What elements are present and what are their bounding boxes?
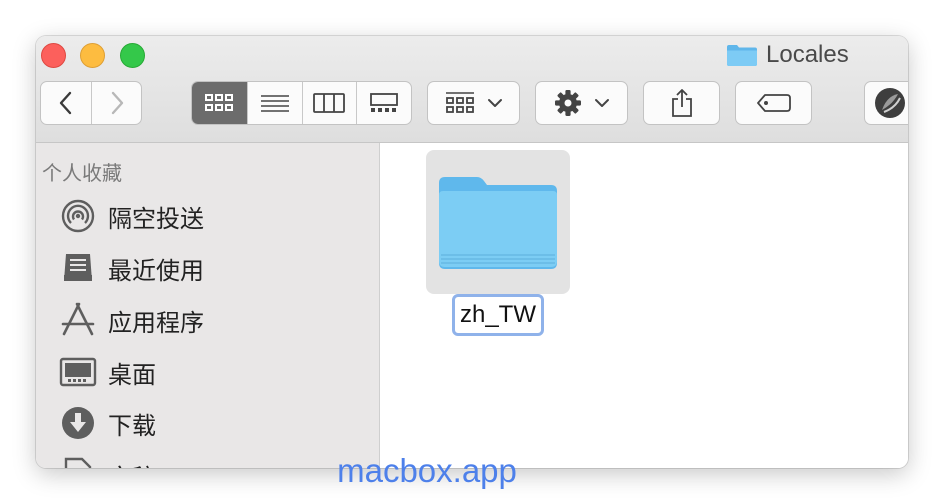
sidebar-item-label: 隔空投送 — [108, 204, 204, 233]
sidebar-item-applications[interactable]: 应用程序 — [58, 300, 204, 340]
watermark: macbox.app — [337, 452, 517, 489]
sidebar-item-label: 桌面 — [108, 360, 156, 389]
list-view-icon — [260, 95, 289, 112]
finder-window: Locales 个人收藏 隔空投送 最近使用 应用程序 桌面 下载 zh_TW — [36, 36, 908, 468]
share-button[interactable] — [643, 81, 720, 125]
view-mode-control — [191, 81, 412, 125]
sidebar-item-label: 最近使用 — [108, 256, 204, 285]
sidebar-item-desktop[interactable]: 桌面 — [58, 352, 156, 392]
rename-field[interactable] — [452, 294, 544, 336]
window-title: Locales — [766, 41, 849, 68]
filename-input[interactable] — [458, 301, 538, 329]
sidebar-item-recents[interactable]: 最近使用 — [58, 248, 204, 288]
group-by-button[interactable] — [427, 81, 520, 125]
airdrop-icon — [58, 196, 98, 236]
minimize-button[interactable] — [80, 43, 105, 68]
sidebar-item-airdrop[interactable]: 隔空投送 — [58, 196, 204, 236]
icon-view-icon — [205, 94, 234, 111]
list-view-button[interactable] — [246, 82, 302, 124]
group-grid-icon — [445, 92, 474, 113]
forward-button[interactable] — [91, 82, 141, 124]
folder-item-zh-tw[interactable] — [426, 150, 570, 294]
app-extension-icon — [875, 88, 905, 118]
column-view-icon — [313, 93, 346, 113]
titlebar: Locales — [36, 36, 908, 143]
column-view-button[interactable] — [301, 82, 357, 124]
share-icon — [671, 89, 692, 117]
gallery-view-button[interactable] — [356, 82, 411, 124]
sidebar: 个人收藏 隔空投送 最近使用 应用程序 桌面 下载 — [36, 143, 380, 468]
sidebar-heading: 个人收藏 — [42, 161, 122, 185]
close-button[interactable] — [41, 43, 66, 68]
desktop-icon — [58, 352, 98, 392]
window-title-group: Locales — [726, 40, 849, 70]
recents-icon — [58, 248, 98, 288]
folder-icon — [727, 45, 757, 66]
chevron-right-icon — [111, 91, 123, 115]
sidebar-item-label: 下载 — [108, 411, 156, 440]
sidebar-item-label: 应用程序 — [108, 308, 204, 337]
navigation-control — [40, 81, 142, 125]
chevron-down-icon — [487, 99, 502, 107]
back-button[interactable] — [41, 82, 91, 124]
gear-icon — [554, 90, 581, 116]
applications-icon — [58, 300, 98, 340]
chevron-left-icon — [59, 91, 72, 115]
app-extension-button[interactable] — [864, 81, 908, 125]
chevron-down-icon — [594, 99, 609, 107]
zoom-button[interactable] — [120, 43, 145, 68]
sidebar-item-downloads[interactable]: 下载 — [58, 403, 156, 443]
folder-icon — [439, 177, 557, 269]
tags-button[interactable] — [735, 81, 812, 125]
gallery-view-icon — [370, 93, 399, 112]
action-menu-button[interactable] — [535, 81, 628, 125]
downloads-icon — [58, 403, 98, 443]
tag-icon — [756, 94, 791, 112]
icon-view-button[interactable] — [192, 82, 247, 124]
file-browser-content — [380, 143, 908, 468]
